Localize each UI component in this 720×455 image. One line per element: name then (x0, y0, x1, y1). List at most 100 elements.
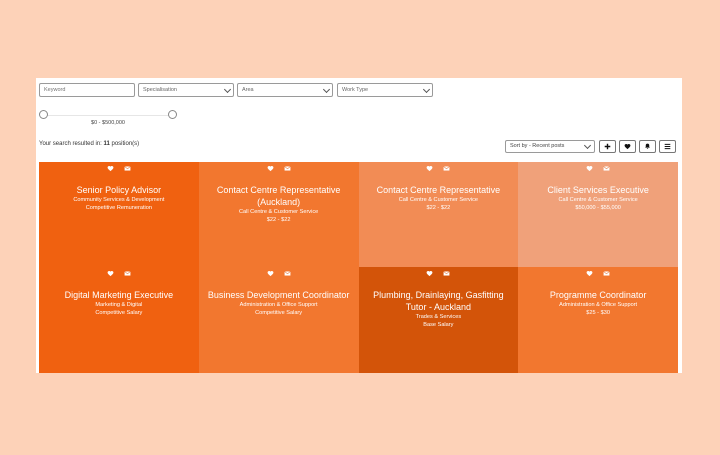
job-category: Marketing & Digital (95, 302, 143, 308)
email-job-button[interactable] (443, 270, 450, 277)
job-search-panel: Specialisation Area Work Type $0 - $500,… (36, 78, 682, 373)
email-job-button[interactable] (284, 165, 291, 172)
job-category: Trades & Services (415, 314, 462, 320)
tile-body: Programme Coordinator Administration & O… (524, 289, 672, 318)
job-category: Community Services & Development (73, 197, 165, 203)
job-category: Call Centre & Customer Service (238, 209, 319, 215)
job-pay: Competitive Salary (255, 309, 303, 316)
job-pay: Competitive Salary (95, 309, 143, 316)
envelope-icon (443, 271, 450, 276)
work-type-select-value: Work Type (342, 87, 369, 93)
specialisation-select[interactable]: Specialisation (138, 83, 234, 97)
job-category: Call Centre & Customer Service (558, 197, 638, 203)
heart-icon (107, 270, 114, 277)
email-job-button[interactable] (124, 165, 131, 172)
add-button[interactable] (599, 140, 616, 153)
heart-icon (267, 270, 274, 277)
envelope-icon (443, 166, 450, 171)
job-pay: Competitive Remuneration (85, 204, 152, 211)
job-title[interactable]: Contact Centre Representative (Auckland) (205, 184, 353, 208)
list-view-button[interactable] (659, 140, 676, 153)
email-job-button[interactable] (603, 270, 610, 277)
result-suffix: position(s) (109, 141, 140, 147)
tile-actions (518, 270, 678, 277)
job-title[interactable]: Senior Policy Advisor (45, 184, 193, 196)
salary-range-label: $0 - $500,000 (91, 120, 125, 126)
envelope-icon (284, 166, 291, 171)
heart-icon (267, 165, 274, 172)
tile-body: Senior Policy Advisor Community Services… (45, 184, 193, 213)
save-job-button[interactable] (267, 165, 274, 172)
job-pay: $25 - $30 (586, 309, 610, 316)
save-job-button[interactable] (586, 165, 593, 172)
heart-icon (624, 143, 631, 150)
tile-actions (518, 165, 678, 172)
tile-body: Contact Centre Representative Call Centr… (365, 184, 513, 213)
chevron-down-icon (583, 141, 592, 150)
result-count-text: Your search resulted in: 11 position(s) (39, 141, 139, 147)
heart-icon (426, 165, 433, 172)
job-pay: Base Salary (423, 321, 454, 328)
envelope-icon (603, 166, 610, 171)
salary-min-handle[interactable] (39, 110, 48, 119)
tile-actions (199, 165, 359, 172)
save-job-button[interactable] (426, 165, 433, 172)
job-tile[interactable]: Digital Marketing Executive Marketing & … (39, 267, 199, 373)
tile-body: Business Development Coordinator Adminis… (205, 289, 353, 318)
save-job-button[interactable] (107, 270, 114, 277)
work-type-select[interactable]: Work Type (337, 83, 433, 97)
tile-body: Client Services Executive Call Centre & … (524, 184, 672, 213)
email-job-button[interactable] (284, 270, 291, 277)
salary-slider-track[interactable] (44, 115, 174, 116)
job-tile[interactable]: Contact Centre Representative (Auckland)… (198, 162, 359, 267)
job-tile[interactable]: Business Development Coordinator Adminis… (198, 267, 359, 373)
heart-icon (586, 270, 593, 277)
keyword-input[interactable] (39, 83, 135, 97)
result-prefix: Your search resulted in: (39, 141, 104, 147)
salary-max-handle[interactable] (168, 110, 177, 119)
save-job-button[interactable] (267, 270, 274, 277)
tile-body: Digital Marketing Executive Marketing & … (45, 289, 193, 318)
favourites-button[interactable] (619, 140, 636, 153)
job-title[interactable]: Programme Coordinator (524, 289, 672, 301)
job-tile[interactable]: Contact Centre Representative Call Centr… (358, 162, 519, 267)
chevron-down-icon (223, 85, 232, 94)
specialisation-select-value: Specialisation (143, 87, 177, 93)
job-category: Call Centre & Customer Service (398, 197, 479, 203)
job-title[interactable]: Plumbing, Drainlaying, Gasfitting Tutor … (365, 289, 513, 313)
tile-actions (359, 270, 519, 277)
email-job-button[interactable] (124, 270, 131, 277)
envelope-icon (124, 271, 131, 276)
heart-icon (586, 165, 593, 172)
heart-icon (426, 270, 433, 277)
alerts-button[interactable] (639, 140, 656, 153)
job-title[interactable]: Business Development Coordinator (205, 289, 353, 301)
job-tile[interactable]: Plumbing, Drainlaying, Gasfitting Tutor … (358, 267, 519, 373)
job-pay: $22 - $22 (266, 216, 291, 223)
job-title[interactable]: Contact Centre Representative (365, 184, 513, 196)
save-job-button[interactable] (586, 270, 593, 277)
tile-actions (39, 270, 199, 277)
job-category: Administration & Office Support (559, 302, 638, 308)
tile-body: Plumbing, Drainlaying, Gasfitting Tutor … (365, 289, 513, 330)
job-pay: $22 - $22 (426, 204, 451, 211)
email-job-button[interactable] (603, 165, 610, 172)
job-tile[interactable]: Programme Coordinator Administration & O… (518, 267, 678, 373)
tile-actions (359, 165, 519, 172)
area-select[interactable]: Area (237, 83, 333, 97)
sort-select-value: Sort by - Recent posts (510, 143, 565, 149)
plus-icon (604, 143, 611, 150)
save-job-button[interactable] (426, 270, 433, 277)
job-title[interactable]: Client Services Executive (524, 184, 672, 196)
save-job-button[interactable] (107, 165, 114, 172)
tile-body: Contact Centre Representative (Auckland)… (205, 184, 353, 225)
sort-select[interactable]: Sort by - Recent posts (505, 140, 595, 153)
job-category: Administration & Office Support (239, 302, 318, 308)
area-select-value: Area (242, 87, 254, 93)
job-tile-grid: Senior Policy Advisor Community Services… (39, 162, 678, 373)
job-tile[interactable]: Senior Policy Advisor Community Services… (39, 162, 199, 267)
job-title[interactable]: Digital Marketing Executive (45, 289, 193, 301)
heart-icon (107, 165, 114, 172)
email-job-button[interactable] (443, 165, 450, 172)
job-tile[interactable]: Client Services Executive Call Centre & … (518, 162, 678, 267)
